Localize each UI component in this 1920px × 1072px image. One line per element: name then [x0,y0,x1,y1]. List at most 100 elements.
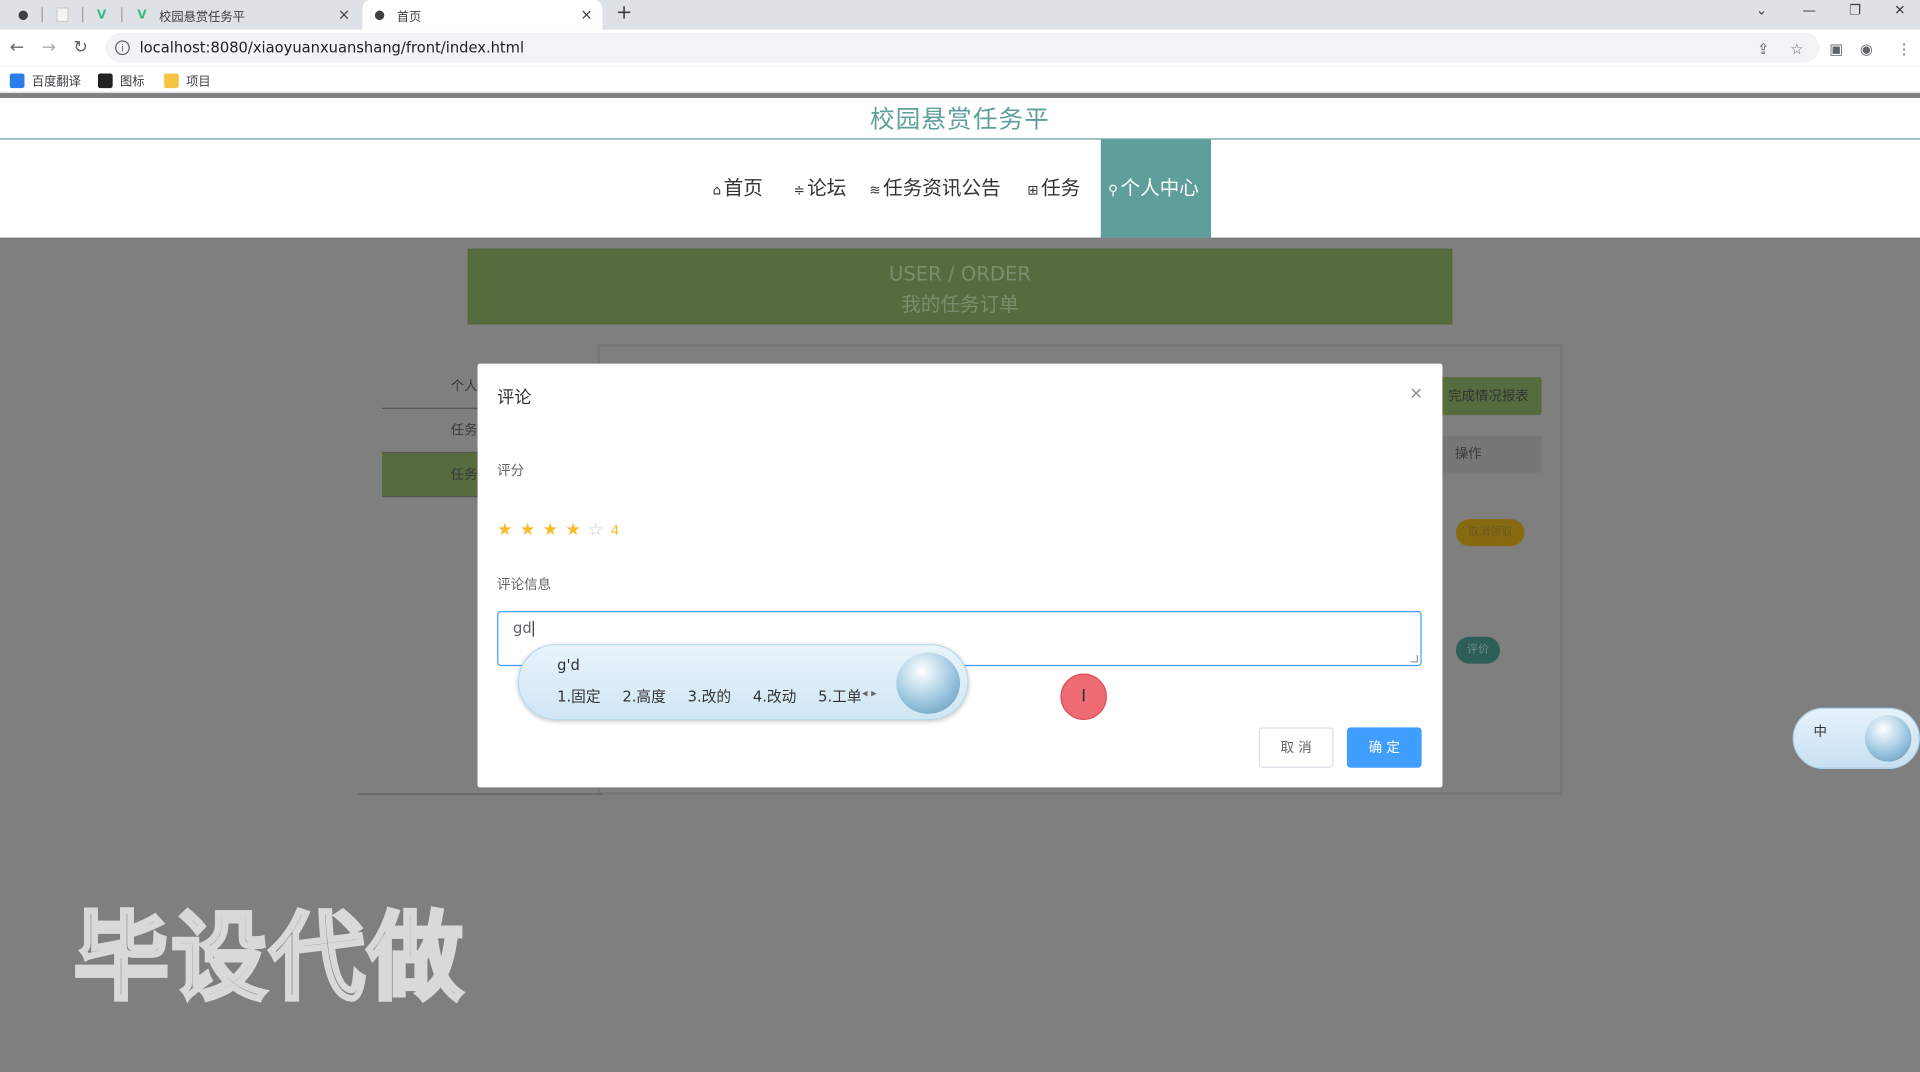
rating-value: 4 [610,522,620,539]
bookmark-label: 项目 [186,75,211,90]
reload-icon[interactable]: ↻ [73,38,87,58]
rating-stars[interactable]: ★ ★ ★ ★ ☆ 4 [497,520,619,540]
news-icon: ≋ [869,182,881,199]
report-button[interactable]: 完成情况报表 [1435,377,1542,416]
bookmark-label: 图标 [120,75,145,90]
site-header: 校园悬赏任务平 [0,97,1920,140]
translate-icon [9,72,25,88]
pinned-tab-blank[interactable] [47,0,79,29]
info-icon[interactable]: i [115,40,130,56]
banner-english: USER / ORDER [889,262,1031,286]
user-icon: ⚲ [1108,182,1119,199]
watermark: 毕设代做 [72,902,466,1016]
resize-handle[interactable] [1410,655,1418,663]
menu-item-news[interactable]: ≋ 任务资讯公告 [869,140,1000,238]
comment-dialog: 评论 ✕ 评分 ★ ★ ★ ★ ☆ 4 评论信息 gd 取 消 确 定 [477,363,1443,788]
score-label: 评分 [497,462,525,479]
tab-search-icon[interactable]: ⌄ [1756,2,1767,18]
bookmark-baidu-translate[interactable]: 百度翻译 [9,71,81,90]
pinned-tab-vue[interactable]: V [86,0,118,29]
forward-icon[interactable]: → [42,38,56,58]
page-banner: USER / ORDER 我的任务订单 [467,248,1453,325]
folder-icon [164,72,179,88]
star-icon[interactable]: ★ [543,520,558,540]
menu-item-forum[interactable]: ≑ 论坛 [793,140,846,238]
new-tab-button[interactable]: + [616,0,632,23]
menu-label: 首页 [723,176,763,200]
ime-status-bar[interactable]: 中 [1792,707,1920,769]
bookmark-label: 百度翻译 [31,75,81,90]
tab-campus-reward[interactable]: V 校园悬赏任务平 × [125,0,360,29]
star-icon[interactable]: ★ [520,520,535,540]
share-icon[interactable]: ⇪ [1757,40,1769,57]
tab-separator [82,7,84,23]
menu-item-task[interactable]: ⊞ 任务 [1027,140,1080,238]
restore-icon[interactable]: ❐ [1849,2,1861,18]
review-button[interactable]: 评价 [1455,636,1501,664]
comment-text: gd [513,619,532,637]
menu-item-user-center[interactable]: ⚲ 个人中心 [1100,139,1212,238]
ime-candidate[interactable]: 1.固定 [557,688,600,705]
comment-label: 评论信息 [497,576,552,593]
menu-label: 论坛 [807,176,847,200]
forum-icon: ≑ [793,182,805,199]
side-panel-icon[interactable]: ▣ [1829,40,1843,57]
ime-candidate[interactable]: 4.改动 [753,688,796,705]
ime-candidates: 1.固定 2.高度 3.改的 4.改动 5.工单 [557,686,879,707]
pinned-tab-globe[interactable]: ● [7,0,39,29]
ime-mode-label: 中 [1813,723,1827,740]
banner-chinese: 我的任务订单 [901,292,1019,316]
tab-label: 校园悬赏任务平 [159,10,245,24]
tab-separator [121,7,123,23]
menu-item-home[interactable]: ⌂ 首页 [713,140,763,238]
globe-icon: ● [17,7,29,22]
dialog-title: 评论 [497,388,532,408]
ime-skin-icon [1864,715,1912,762]
mouse-cursor-icon: I [1060,673,1107,721]
close-icon[interactable]: ✕ [1410,386,1423,404]
menu-label: 任务 [1041,176,1081,200]
ime-skin-icon [896,652,961,714]
operation-header: 操作 [1440,435,1542,473]
tab-separator [41,7,43,23]
ime-candidate[interactable]: 2.高度 [622,688,665,705]
bookmarks-bar: 百度翻译 图标 项目 [0,66,1920,94]
browser-tab-bar: ● V V 校园悬赏任务平 × ● 首页 × + ⌄ — ❐ ✕ [0,0,1920,30]
tab-label: 首页 [396,10,422,24]
bookmark-project[interactable]: 项目 [164,71,211,89]
close-icon[interactable]: × [338,6,350,23]
home-icon: ⌂ [712,182,722,199]
task-icon: ⊞ [1027,182,1039,199]
confirm-button[interactable]: 确 定 [1346,727,1422,768]
menu-label: 任务资讯公告 [883,176,1001,200]
address-toolbar: ← → ↻ i localhost:8080/xiaoyuanxuanshang… [0,29,1920,67]
cancel-claim-button[interactable]: 取消领取 [1455,519,1525,547]
globe-icon: ● [374,7,385,22]
url-text: localhost:8080/xiaoyuanxuanshang/front/i… [139,39,525,57]
close-icon[interactable]: × [580,6,592,23]
address-bar[interactable]: i localhost:8080/xiaoyuanxuanshang/front… [105,33,1820,63]
ime-candidate[interactable]: 3.改的 [688,688,731,705]
menu-kebab-icon[interactable]: ⋮ [1897,40,1912,57]
ime-composition: g'd [557,656,580,674]
star-outline-icon[interactable]: ☆ [588,520,603,540]
text-caret [532,620,535,637]
star-icon[interactable]: ★ [497,520,512,540]
divider [357,793,603,795]
vue-icon: V [96,7,107,22]
ime-page-arrows-icon[interactable]: ◂ ▸ [862,688,877,700]
bookmark-star-icon[interactable]: ☆ [1790,40,1803,57]
bookmark-icons[interactable]: 图标 [97,71,145,90]
cancel-button[interactable]: 取 消 [1258,727,1334,768]
minimize-icon[interactable]: — [1802,2,1815,18]
site-title: 校园悬赏任务平 [870,104,1051,134]
main-menu: ⌂ 首页 ≑ 论坛 ≋ 任务资讯公告 ⊞ 任务 ⚲ 个人中心 [0,139,1920,238]
ime-candidate[interactable]: 5.工单 [818,688,861,705]
close-window-icon[interactable]: ✕ [1894,2,1905,18]
image-icon [97,72,113,88]
profile-icon[interactable]: ◉ [1860,40,1873,57]
vue-icon: V [137,7,147,22]
tab-home[interactable]: ● 首页 × [362,0,603,30]
star-icon[interactable]: ★ [565,520,580,540]
back-icon[interactable]: ← [10,38,24,58]
